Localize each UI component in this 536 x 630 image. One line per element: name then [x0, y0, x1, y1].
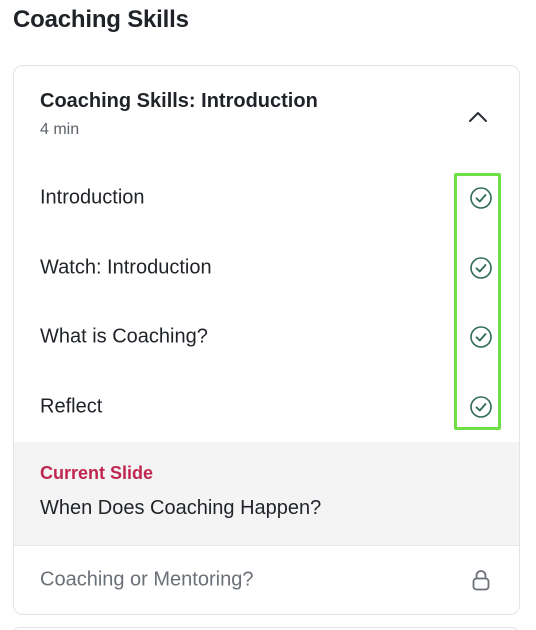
collapse-toggle-button[interactable] [462, 102, 494, 128]
module-header[interactable]: Coaching Skills: Introduction 4 min [14, 66, 519, 156]
course-outline-page: Coaching Skills Coaching Skills: Introdu… [0, 0, 536, 630]
chevron-up-icon [469, 112, 487, 122]
check-circle-icon [470, 256, 492, 279]
lesson-item-what-is-coaching[interactable]: What is Coaching? [14, 302, 519, 371]
lesson-label: Watch: Introduction [40, 256, 212, 278]
module-title: Coaching Skills: Introduction [40, 90, 318, 112]
check-circle-icon [470, 325, 492, 348]
lesson-label: Introduction [40, 186, 145, 208]
lesson-item-reflect[interactable]: Reflect [14, 372, 519, 441]
lock-icon [472, 570, 490, 591]
current-slide-label: Current Slide [40, 463, 154, 483]
lesson-item-watch-introduction[interactable]: Watch: Introduction [14, 233, 519, 302]
module-card: Coaching Skills: Introduction 4 min Intr… [13, 65, 520, 615]
current-slide-item[interactable]: Current Slide When Does Coaching Happen? [14, 442, 519, 545]
page-title: Coaching Skills [13, 6, 189, 33]
lesson-label: Reflect [40, 395, 103, 417]
lesson-label: What is Coaching? [40, 325, 208, 347]
current-slide-title: When Does Coaching Happen? [40, 497, 322, 519]
lesson-item-introduction[interactable]: Introduction [14, 163, 519, 232]
check-circle-icon [470, 395, 492, 418]
lesson-label: Coaching or Mentoring? [40, 568, 254, 591]
module-duration: 4 min [40, 121, 80, 138]
lesson-item-coaching-or-mentoring: Coaching or Mentoring? [14, 545, 519, 614]
check-circle-icon [470, 186, 492, 209]
